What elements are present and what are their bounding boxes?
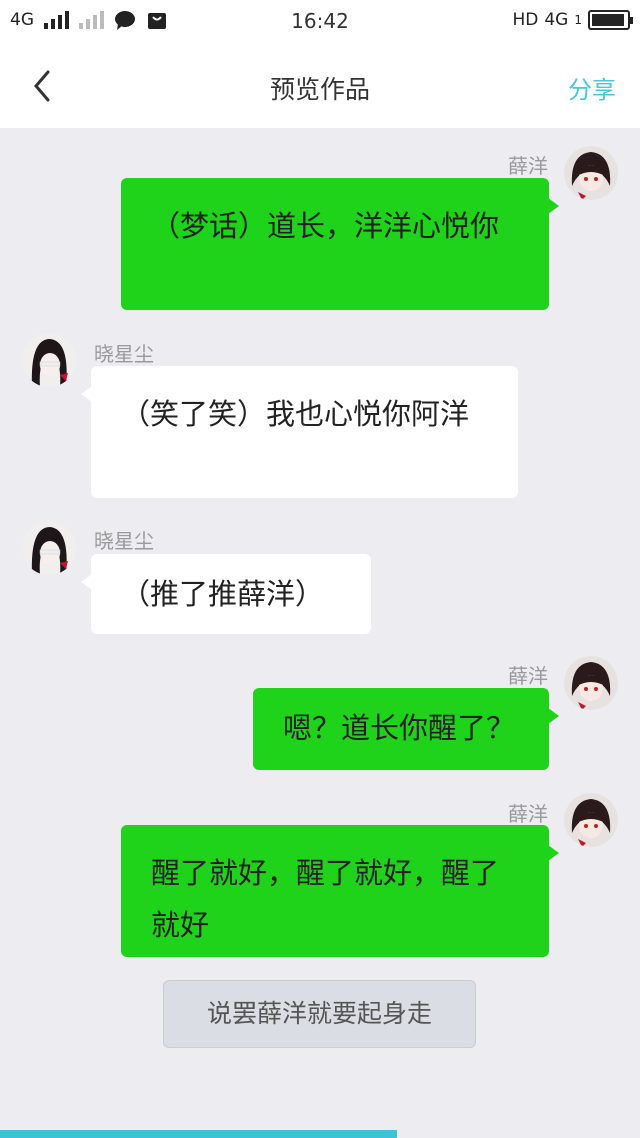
message-bubble: 嗯？道长你醒了？: [253, 688, 559, 770]
message-bubble: （梦话）道长，洋洋心悦你: [121, 178, 559, 310]
sender-name: 晓星尘: [94, 342, 154, 366]
avatar-xueyang[interactable]: [564, 793, 618, 847]
status-right: HD 4G 1: [512, 10, 633, 30]
avatar-xueyang[interactable]: [564, 146, 618, 200]
page-title: 预览作品: [269, 75, 370, 104]
nav-bar: 预览作品 分享: [0, 44, 640, 128]
narration-box: 说罢薛洋就要起身走: [163, 980, 476, 1048]
avatar-xiaoxingchen[interactable]: [22, 333, 76, 387]
avatar-xueyang[interactable]: [564, 656, 618, 710]
reading-progress-bar: [0, 1130, 640, 1138]
message-bubble: （推了推薛洋）: [81, 554, 371, 634]
sim-indicator: 1: [574, 13, 582, 27]
message-bubble: （笑了笑）我也心悦你阿洋: [81, 366, 518, 498]
sender-name: 薛洋: [508, 802, 548, 826]
progress-fill: [0, 1130, 397, 1138]
avatar-xiaoxingchen[interactable]: [22, 521, 76, 575]
sender-name: 薛洋: [508, 664, 548, 688]
sender-name: 薛洋: [508, 154, 548, 178]
status-bar: 4G 16:42 HD 4G 1: [0, 0, 640, 44]
message-bubble: 醒了就好，醒了就好，醒了就好: [121, 825, 559, 957]
network-right: 4G: [544, 10, 569, 30]
chat-area: 薛洋 （梦话）道长，洋洋心悦你 晓星尘 （笑了笑）我也心悦你阿洋 晓星尘 （推了…: [0, 128, 640, 1130]
battery-icon: [588, 10, 633, 30]
sender-name: 晓星尘: [94, 529, 154, 553]
hd-indicator: HD: [512, 10, 539, 30]
share-button[interactable]: 分享: [568, 70, 616, 105]
